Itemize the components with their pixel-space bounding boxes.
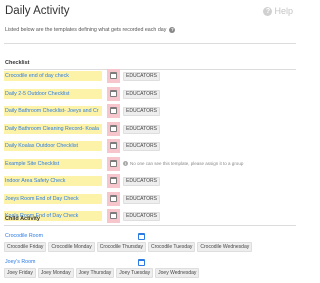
group-tag[interactable]: EDUCATORS	[123, 177, 160, 186]
template-chip[interactable]: Crocodile Monday	[48, 242, 95, 252]
checklist-row: Crocodile end of day check EDUCATORS	[4, 69, 296, 83]
checklist-item-link[interactable]: Daily Koalas Outdoor Checklist	[4, 141, 102, 151]
calendar-icon	[110, 142, 117, 149]
template-chip[interactable]: Joey Wednesday	[155, 268, 200, 278]
checklist-item-link[interactable]: Daily Bathroom Cleaning Record- Koala	[4, 123, 102, 134]
template-chip[interactable]: Crocodile Wednesday	[197, 242, 253, 252]
group-tag[interactable]: EDUCATORS	[123, 124, 160, 134]
page-header: Daily Activity ? Help	[5, 4, 295, 20]
divider	[4, 43, 296, 44]
group-tag[interactable]: EDUCATORS	[123, 212, 160, 221]
subtitle-text: Listed below are the templates defining …	[5, 27, 167, 33]
child-activity-section-title: Child Activity	[5, 216, 40, 222]
room-header: Crocodile Room	[4, 232, 296, 241]
checklist-row: Koala Room End of Day Check EDUCATORS	[4, 209, 296, 223]
checklist-item-link[interactable]: Joeys Room End of Day Check	[4, 193, 102, 204]
schedule-cell[interactable]	[107, 191, 120, 206]
schedule-cell[interactable]	[107, 121, 120, 136]
checklist-row: Daily 2-5 Outdoor Checklist EDUCATORS	[4, 86, 296, 101]
template-chip[interactable]: Crocodile Thursday	[96, 242, 146, 252]
warning-text: No one can see this template, please ass…	[130, 160, 244, 166]
schedule-cell[interactable]	[107, 69, 120, 83]
checklist-item-link[interactable]: Daily Bathroom Checklist- Joeys and Cr	[4, 106, 102, 116]
calendar-icon	[110, 107, 117, 114]
template-chip[interactable]: Crocodile Tuesday	[147, 242, 196, 252]
divider	[4, 69, 296, 70]
no-group-warning: ! No one can see this template, please as…	[123, 160, 243, 168]
calendar-icon[interactable]	[138, 259, 145, 266]
group-tag[interactable]: EDUCATORS	[123, 107, 160, 116]
calendar-icon	[110, 212, 117, 219]
room-link[interactable]: Crocodile Room	[5, 232, 43, 241]
template-chip[interactable]: Joey Thursday	[75, 268, 115, 278]
warning-icon: !	[123, 161, 128, 166]
checklist-item-link[interactable]: Crocodile end of day check	[4, 71, 102, 81]
schedule-cell[interactable]	[107, 139, 120, 153]
checklist-row: Daily Bathroom Cleaning Record- Koala EDU…	[4, 121, 296, 136]
group-tag[interactable]: EDUCATORS	[123, 72, 160, 81]
help-circle-icon: ?	[263, 6, 273, 16]
template-chip[interactable]: Joey Tuesday	[116, 268, 154, 278]
checklist-row: Joeys Room End of Day Check EDUCATORS	[4, 191, 296, 206]
calendar-icon	[110, 72, 117, 79]
page-title: Daily Activity	[5, 5, 70, 17]
template-chip-list: Crocodile Friday Crocodile Monday Crocodil…	[4, 242, 253, 252]
template-chip-list: Joey Friday Joey Monday Joey Thursday Joey …	[4, 268, 200, 278]
checklist-section-title: Checklist	[5, 60, 30, 66]
schedule-cell[interactable]	[107, 156, 120, 171]
checklist-row: Example Site Checklist! No one can see th…	[4, 156, 296, 171]
template-chip[interactable]: Joey Monday	[37, 268, 74, 278]
calendar-icon	[110, 194, 117, 202]
calendar-icon	[110, 159, 117, 167]
help-label: Help	[274, 6, 293, 16]
calendar-icon[interactable]	[138, 233, 145, 240]
checklist-item-link[interactable]: Daily 2-5 Outdoor Checklist	[4, 88, 102, 99]
divider	[4, 225, 296, 226]
schedule-cell[interactable]	[107, 86, 120, 101]
group-tag[interactable]: EDUCATORS	[123, 89, 160, 99]
group-tag[interactable]: EDUCATORS	[123, 142, 160, 151]
help-button[interactable]: ? Help	[263, 5, 293, 17]
calendar-icon	[110, 89, 117, 97]
question-circle-icon[interactable]: ?	[169, 27, 176, 33]
schedule-cell[interactable]	[107, 104, 120, 118]
checklist-row: Indoor Area Safety Check EDUCATORS	[4, 174, 296, 188]
calendar-icon	[110, 124, 117, 132]
template-chip[interactable]: Joey Friday	[4, 268, 36, 278]
page-subtitle: Listed below are the templates defining …	[5, 26, 176, 34]
group-tag[interactable]: EDUCATORS	[123, 194, 160, 204]
checklist-row: Daily Bathroom Checklist- Joeys and Cr ED…	[4, 104, 296, 118]
checklist-item-link[interactable]: Example Site Checklist	[4, 158, 102, 169]
room-link[interactable]: Joey's Room	[5, 258, 35, 267]
calendar-icon	[110, 177, 117, 184]
schedule-cell[interactable]	[107, 174, 120, 188]
template-chip[interactable]: Crocodile Friday	[4, 242, 47, 252]
schedule-cell[interactable]	[107, 209, 120, 223]
checklist-item-link[interactable]: Indoor Area Safety Check	[4, 176, 102, 186]
checklist-row: Daily Koalas Outdoor Checklist EDUCATORS	[4, 139, 296, 153]
room-header: Joey's Room	[4, 258, 296, 267]
